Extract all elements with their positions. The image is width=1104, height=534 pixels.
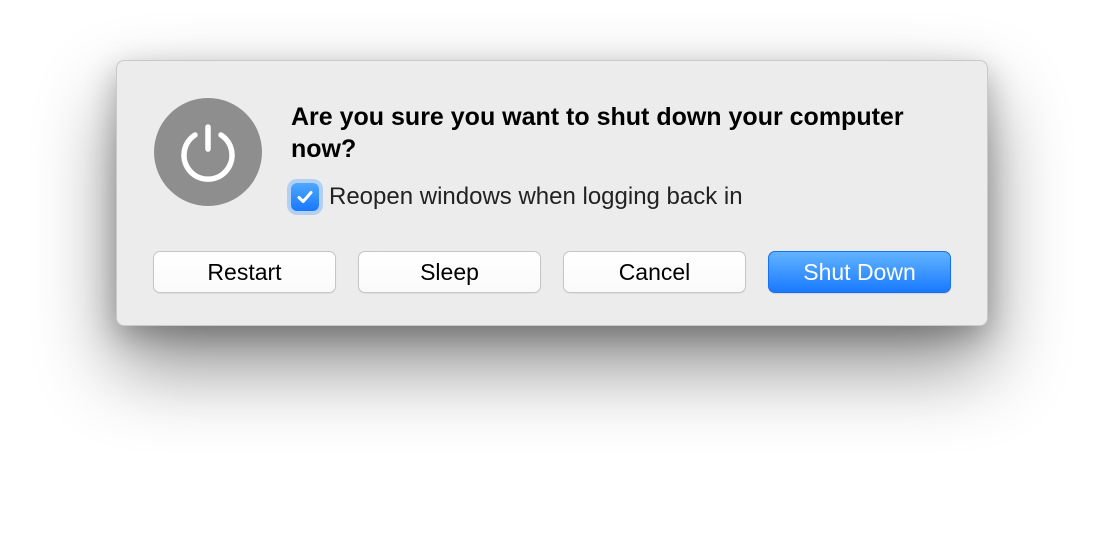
cancel-button-label: Cancel [619,259,691,286]
restart-button-label: Restart [207,259,281,286]
shutdown-button[interactable]: Shut Down [768,251,951,293]
dialog-title: Are you sure you want to shut down your … [291,101,951,165]
dialog-button-row: Restart Sleep Cancel Shut Down [153,251,951,293]
sleep-button-label: Sleep [420,259,479,286]
restart-button[interactable]: Restart [153,251,336,293]
shutdown-dialog: Are you sure you want to shut down your … [116,60,988,326]
power-icon [154,98,262,206]
reopen-windows-label: Reopen windows when logging back in [329,183,743,211]
dialog-icon-wrap [153,97,263,207]
check-icon [295,187,315,207]
dialog-text-column: Are you sure you want to shut down your … [291,97,951,211]
shutdown-button-label: Shut Down [803,259,916,286]
sleep-button[interactable]: Sleep [358,251,541,293]
reopen-windows-row: Reopen windows when logging back in [291,183,951,211]
dialog-content: Are you sure you want to shut down your … [153,97,951,211]
cancel-button[interactable]: Cancel [563,251,746,293]
reopen-windows-checkbox[interactable] [291,183,319,211]
